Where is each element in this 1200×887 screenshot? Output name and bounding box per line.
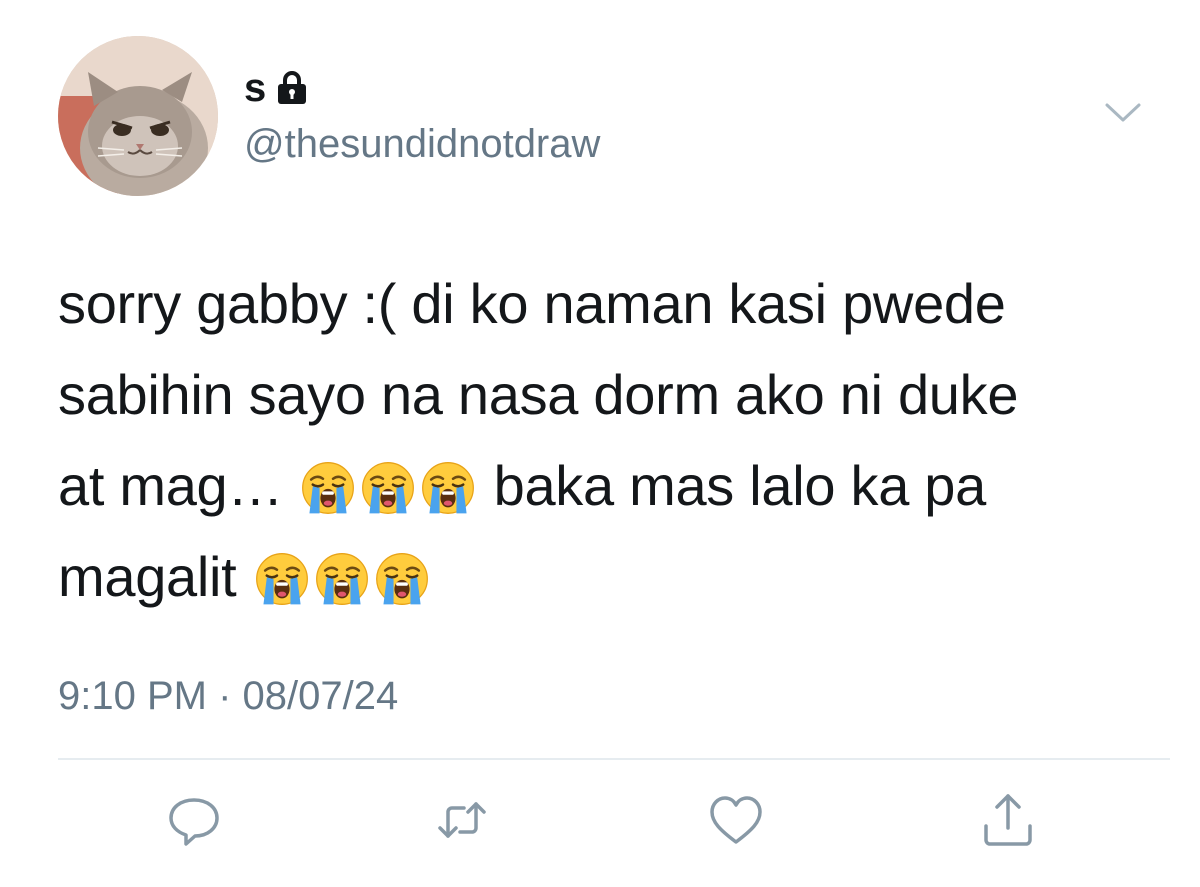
share-icon[interactable] (978, 790, 1038, 850)
user-handle[interactable]: @thesundidnotdraw (244, 120, 600, 168)
tweet-line: magalit (58, 531, 1158, 622)
loudly-crying-face-emoji (375, 552, 429, 606)
tweet-line: at mag… baka mas lalo ka pa (58, 440, 1158, 531)
display-name-row: s (244, 64, 310, 112)
tweet-line: sabihin sayo na nasa dorm ako ni duke (58, 363, 1019, 426)
loudly-crying-face-emoji (421, 461, 475, 515)
lock-icon (274, 70, 310, 106)
divider (58, 758, 1170, 760)
retweet-icon[interactable] (432, 790, 492, 850)
tweet-line: sorry gabby :( di ko naman kasi pwede (58, 272, 1006, 335)
tweet-line-text: baka mas lalo ka pa (478, 454, 987, 517)
tweet-line-text: magalit (58, 545, 252, 608)
timestamp[interactable]: 9:10 PM · 08/07/24 (58, 672, 398, 720)
avatar[interactable] (58, 36, 218, 196)
action-bar (0, 790, 1200, 860)
display-name[interactable]: s (244, 68, 266, 108)
cat-avatar-image (58, 36, 218, 196)
reply-icon[interactable] (164, 790, 224, 850)
loudly-crying-face-emoji (255, 552, 309, 606)
tweet-line-text: at mag… (58, 454, 299, 517)
loudly-crying-face-emoji (301, 461, 355, 515)
loudly-crying-face-emoji (361, 461, 415, 515)
tweet-text: sorry gabby :( di ko naman kasi pwede sa… (58, 258, 1158, 622)
loudly-crying-face-emoji (315, 552, 369, 606)
heart-icon[interactable] (706, 790, 766, 850)
tweet-card: s @thesundidnotdraw sorry gabby :( di ko… (0, 0, 1200, 887)
chevron-down-icon[interactable] (1104, 100, 1142, 126)
